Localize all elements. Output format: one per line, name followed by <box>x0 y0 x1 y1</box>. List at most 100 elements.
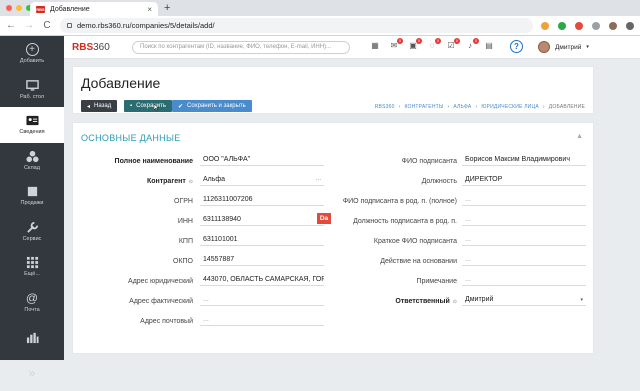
warehouse-icon <box>25 150 39 162</box>
message-icon[interactable]: ✉ 0 <box>389 38 403 51</box>
browser-tab-strip: RBS Добавление × + <box>0 0 640 16</box>
task-icon[interactable]: ☑ 0 <box>446 38 460 51</box>
sidebar-item-label: Почта <box>24 306 40 313</box>
menu-icon[interactable] <box>626 21 634 30</box>
sidebar-item-warehouse[interactable]: Склад <box>0 143 64 179</box>
address-bar[interactable]: demo.rbs360.ru/companies/5/details/add/ <box>60 18 533 33</box>
sidebar-item-details[interactable]: Сведения <box>0 107 64 143</box>
download-icon[interactable] <box>558 21 566 30</box>
chart-icon <box>26 333 39 344</box>
collapse-icon[interactable]: ▲ <box>576 133 583 140</box>
badge: 0 <box>416 38 422 44</box>
postal-address-field[interactable]: ... <box>200 314 324 326</box>
inn-field[interactable]: 6311138940 <box>200 214 324 226</box>
sidebar-item-desktop[interactable]: Раб. стол <box>0 72 64 108</box>
new-tab-button[interactable]: + <box>164 3 170 14</box>
field-label: ИНН <box>177 218 193 225</box>
okpo-field[interactable]: 14557887 <box>200 254 324 266</box>
field-label: ОГРН <box>174 198 193 205</box>
breadcrumb-item[interactable]: КОНТРАГЕНТЫ <box>404 104 443 110</box>
breadcrumb-sep: › <box>398 104 401 110</box>
ogrn-field[interactable]: 1126311007206 <box>200 194 324 206</box>
cart-icon <box>27 187 37 197</box>
breadcrumb-current: ДОБАВЛЕНИЕ <box>548 104 585 110</box>
cart-badge-icon[interactable]: ▣ 0 <box>408 38 422 51</box>
forward-arrow-icon[interactable]: → <box>24 20 34 31</box>
puzzle-icon[interactable] <box>592 21 600 30</box>
breadcrumb-item[interactable]: ЮРИДИЧЕСКИЕ ЛИЦА <box>481 104 539 110</box>
user-name: Дмитрий <box>555 43 582 51</box>
browser-tab[interactable]: RBS Добавление × <box>30 2 158 16</box>
back-arrow-icon[interactable]: ← <box>6 20 16 31</box>
lock-icon <box>67 23 72 28</box>
star-icon[interactable] <box>541 21 549 30</box>
save-button[interactable]: ▪ Сохранить <box>124 100 172 112</box>
more-icon[interactable]: ··· <box>316 177 321 183</box>
desktop-icon <box>25 79 39 91</box>
avatar <box>538 41 550 53</box>
note-field[interactable]: ... <box>462 274 586 286</box>
search-placeholder: Поиск по контрагентам (ID, название, ФИО… <box>140 44 332 50</box>
badge: 0 <box>435 38 441 44</box>
extension-red-icon[interactable] <box>575 21 583 30</box>
sidebar-item-sales[interactable]: Продажи <box>0 178 64 214</box>
wallet-icon[interactable]: ▤ <box>484 41 494 51</box>
floppy-icon: ▪ <box>130 103 133 109</box>
profile-icon[interactable] <box>609 21 617 30</box>
user-menu[interactable]: Дмитрий ▾ <box>538 41 589 53</box>
position-genitive-field[interactable]: ... <box>462 214 586 226</box>
back-button[interactable]: ◂ Назад <box>81 100 118 112</box>
actual-address-field[interactable]: ... <box>200 294 324 306</box>
calendar-icon[interactable]: ▦ <box>370 41 380 51</box>
field-label: Действие на основании <box>380 258 457 265</box>
sidebar-collapse[interactable]: » <box>0 356 64 391</box>
favicon-icon: RBS <box>36 5 45 13</box>
url-text: demo.rbs360.ru/companies/5/details/add/ <box>77 21 215 30</box>
sidebar-item-reports[interactable] <box>0 320 64 356</box>
sidebar-item-label: Сервис <box>22 235 42 242</box>
position-field[interactable]: ДИРЕКТОР <box>462 174 586 186</box>
wrench-icon <box>26 221 38 233</box>
field-label: ОКПО <box>173 258 193 265</box>
id-card-icon <box>25 116 39 126</box>
arrow-left-icon: ◂ <box>87 103 91 110</box>
save-and-close-button[interactable]: ✔ Сохранить и закрыть <box>172 100 252 112</box>
logo[interactable]: RBS360 <box>72 42 132 53</box>
field-label: Краткое ФИО подписанта <box>373 238 457 245</box>
field-label: Должность подписанта в род. п. <box>353 218 457 225</box>
breadcrumb: RBS360 › КОНТРАГЕНТЫ › АЛЬФА › ЮРИДИЧЕСКИЕ … <box>375 104 585 110</box>
chevron-down-icon: ▾ <box>586 44 589 50</box>
breadcrumb-item[interactable]: RBS360 <box>375 104 395 110</box>
full-name-field[interactable]: ООО "АЛЬФА" <box>200 154 324 166</box>
app-sidebar: + Добавить Раб. стол Сведения Склад Прод… <box>0 36 64 379</box>
counterparty-field[interactable]: Альфа ··· <box>200 174 324 186</box>
sidebar-item-more[interactable]: Ещё... <box>0 249 64 285</box>
short-signer-name-field[interactable]: ... <box>462 234 586 246</box>
counterparty-value: Альфа <box>203 176 226 183</box>
info-icon[interactable]: ⊙ <box>189 179 193 185</box>
page-title: Добавление <box>81 75 161 91</box>
info-icon[interactable]: ⊙ <box>453 299 457 305</box>
tab-close-icon[interactable]: × <box>147 5 152 14</box>
breadcrumb-item[interactable]: АЛЬФА <box>453 104 471 110</box>
legal-address-field[interactable]: 443070, ОБЛАСТЬ САМАРСКАЯ, ГОРОД С <box>200 274 324 286</box>
window-controls <box>6 5 32 11</box>
sidebar-item-service[interactable]: Сервис <box>0 214 64 250</box>
signer-genitive-field[interactable]: ... <box>462 194 586 206</box>
sidebar-item-label: Ещё... <box>24 271 40 278</box>
chat-icon[interactable]: ◌ 0 <box>427 38 441 51</box>
sidebar-item-mail[interactable]: @ Почта <box>0 285 64 321</box>
sidebar-item-add[interactable]: + Добавить <box>0 36 64 72</box>
bell-icon[interactable]: ♪ 0 <box>465 38 479 51</box>
close-window-icon[interactable] <box>6 5 12 11</box>
help-icon[interactable]: ? <box>510 40 523 53</box>
basis-field[interactable]: ... <box>462 254 586 266</box>
reload-icon[interactable]: C <box>42 20 52 31</box>
search-input[interactable]: Поиск по контрагентам (ID, название, ФИО… <box>132 40 350 54</box>
responsible-select[interactable]: Дмитрий ▾ <box>462 294 586 306</box>
tab-title: Добавление <box>50 5 90 13</box>
kpp-field[interactable]: 631101001 <box>200 234 324 246</box>
minimize-window-icon[interactable] <box>16 5 22 11</box>
at-icon: @ <box>25 290 39 305</box>
signer-name-field[interactable]: Борисов Максим Владимирович <box>462 154 586 166</box>
